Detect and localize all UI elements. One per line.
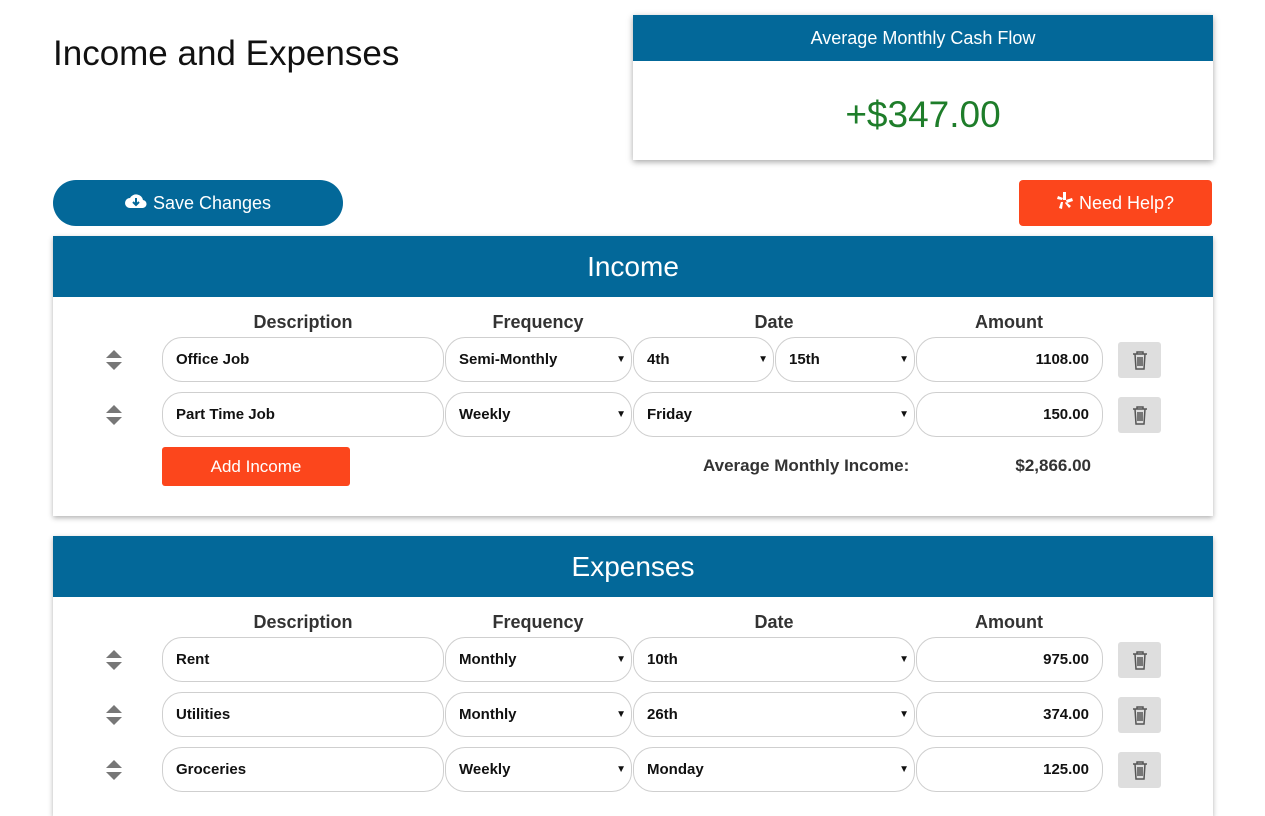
expense-row: Rent Monthly ▼ 10th ▼ 975.00 — [53, 637, 1213, 683]
frequency-value: Semi-Monthly — [459, 351, 558, 368]
delete-button[interactable] — [1118, 752, 1161, 788]
description-input[interactable]: Office Job — [162, 337, 444, 382]
frequency-select[interactable]: Weekly ▼ — [445, 747, 632, 792]
cashflow-label: Average Monthly Cash Flow — [633, 15, 1213, 61]
date-value: Monday — [647, 761, 704, 778]
date-value: 10th — [647, 651, 678, 668]
caret-down-icon: ▼ — [758, 354, 768, 365]
save-changes-button[interactable]: Save Changes — [53, 180, 343, 226]
cashflow-value: +$347.00 — [845, 94, 1001, 135]
column-header-description: Description — [253, 612, 353, 632]
average-monthly-income-value: $2,866.00 — [1015, 456, 1091, 475]
trash-icon — [1132, 650, 1147, 670]
description-input[interactable]: Part Time Job — [162, 392, 444, 437]
amount-input[interactable]: 1108.00 — [916, 337, 1103, 382]
frequency-value: Monthly — [459, 651, 517, 668]
delete-button[interactable] — [1118, 697, 1161, 733]
frequency-select[interactable]: Monthly ▼ — [445, 637, 632, 682]
description-input[interactable]: Rent — [162, 637, 444, 682]
sort-arrows-icon[interactable] — [104, 703, 124, 727]
column-header-frequency: Frequency — [492, 312, 584, 332]
frequency-value: Monthly — [459, 706, 517, 723]
date-select[interactable]: Monday ▼ — [633, 747, 915, 792]
date-select[interactable]: Friday ▼ — [633, 392, 915, 437]
date-value: Friday — [647, 406, 693, 423]
date-select[interactable]: 10th ▼ — [633, 637, 915, 682]
frequency-value: Weekly — [459, 406, 511, 423]
sort-arrows-icon[interactable] — [104, 403, 124, 427]
amount-input[interactable]: 374.00 — [916, 692, 1103, 737]
expenses-section: Expenses Description Frequency Date Amou… — [53, 536, 1213, 816]
save-changes-label: Save Changes — [152, 192, 272, 213]
description-input[interactable]: Utilities — [162, 692, 444, 737]
caret-down-icon: ▼ — [899, 354, 909, 365]
caret-down-icon: ▼ — [616, 709, 626, 720]
caret-down-icon: ▼ — [616, 354, 626, 365]
page-title: Income and Expenses — [53, 34, 400, 73]
trash-icon — [1132, 705, 1147, 725]
amount-input[interactable]: 975.00 — [916, 637, 1103, 682]
column-header-date: Date — [754, 612, 794, 632]
frequency-value: Weekly — [459, 761, 511, 778]
date-value: 4th — [647, 351, 670, 368]
caret-down-icon: ▼ — [899, 409, 909, 420]
amount-input[interactable]: 150.00 — [916, 392, 1103, 437]
column-header-frequency: Frequency — [492, 612, 584, 632]
frequency-select[interactable]: Monthly ▼ — [445, 692, 632, 737]
date-select[interactable]: 26th ▼ — [633, 692, 915, 737]
income-row: Office Job Semi-Monthly ▼ 4th ▼ 15th ▼ 1… — [53, 337, 1213, 383]
income-section: Income Description Frequency Date Amount… — [53, 236, 1213, 516]
need-help-button[interactable]: Need Help? — [1019, 180, 1212, 226]
expenses-title: Expenses — [53, 536, 1213, 597]
caret-down-icon: ▼ — [616, 764, 626, 775]
add-income-button[interactable]: Add Income — [162, 447, 350, 486]
income-title: Income — [53, 236, 1213, 297]
date-select[interactable]: 4th ▼ — [633, 337, 774, 382]
sort-arrows-icon[interactable] — [104, 758, 124, 782]
caret-down-icon: ▼ — [899, 654, 909, 665]
second-date-select[interactable]: 15th ▼ — [775, 337, 915, 382]
sort-arrows-icon[interactable] — [104, 648, 124, 672]
delete-button[interactable] — [1118, 642, 1161, 678]
delete-button[interactable] — [1118, 342, 1161, 378]
trash-icon — [1132, 760, 1147, 780]
caret-down-icon: ▼ — [616, 654, 626, 665]
caret-down-icon: ▼ — [899, 709, 909, 720]
cashflow-card: Average Monthly Cash Flow +$347.00 — [633, 15, 1213, 160]
need-help-label: Need Help? — [1078, 192, 1175, 213]
date-value: 15th — [789, 351, 820, 368]
column-header-amount: Amount — [975, 612, 1043, 632]
column-header-date: Date — [754, 312, 794, 332]
delete-button[interactable] — [1118, 397, 1161, 433]
trash-icon — [1132, 350, 1147, 370]
sort-arrows-icon[interactable] — [104, 348, 124, 372]
expense-row: Groceries Weekly ▼ Monday ▼ 125.00 — [53, 747, 1213, 793]
description-input[interactable]: Groceries — [162, 747, 444, 792]
trash-icon — [1132, 405, 1147, 425]
expense-row: Utilities Monthly ▼ 26th ▼ 374.00 — [53, 692, 1213, 738]
date-value: 26th — [647, 706, 678, 723]
cloud-download-icon — [124, 193, 147, 214]
income-row: Part Time Job Weekly ▼ Friday ▼ 150.00 — [53, 392, 1213, 438]
caret-down-icon: ▼ — [899, 764, 909, 775]
caret-down-icon: ▼ — [616, 409, 626, 420]
average-monthly-income-label: Average Monthly Income: — [703, 456, 910, 475]
yelp-icon — [1056, 191, 1073, 216]
column-header-amount: Amount — [975, 312, 1043, 332]
frequency-select[interactable]: Semi-Monthly ▼ — [445, 337, 632, 382]
column-header-description: Description — [253, 312, 353, 332]
amount-input[interactable]: 125.00 — [916, 747, 1103, 792]
frequency-select[interactable]: Weekly ▼ — [445, 392, 632, 437]
